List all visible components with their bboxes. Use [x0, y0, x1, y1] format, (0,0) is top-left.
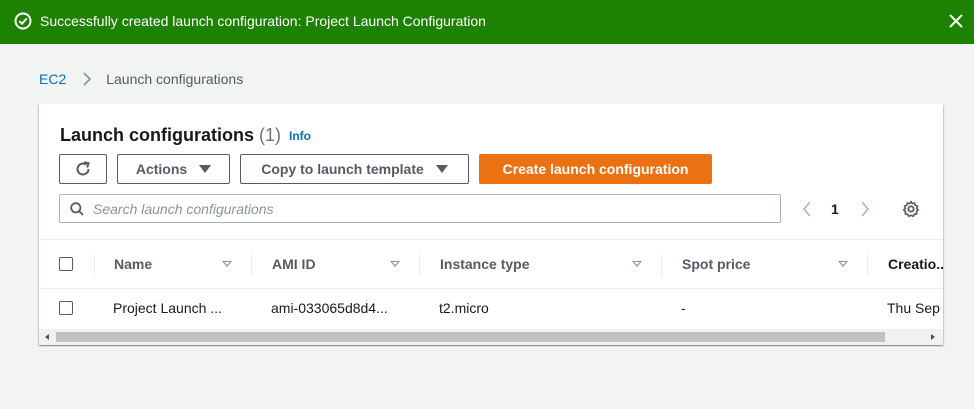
copy-label: Copy to launch template: [261, 161, 424, 177]
item-count: (1): [259, 125, 282, 145]
refresh-button[interactable]: [59, 154, 107, 184]
page-title-text: Launch configurations: [60, 125, 255, 145]
search-icon: [70, 202, 84, 216]
previous-page-icon[interactable]: [801, 200, 813, 218]
column-divider: [867, 254, 868, 276]
column-divider: [251, 254, 252, 276]
select-all-checkbox[interactable]: [59, 257, 73, 271]
launch-configurations-panel: Launch configurations (1) Info Actions C…: [39, 104, 943, 345]
cell-ami-id: ami-033065d8d4...: [271, 300, 388, 316]
next-page-icon[interactable]: [859, 200, 871, 218]
caret-down-icon: [435, 165, 448, 173]
column-header-label: Name: [114, 256, 153, 272]
column-header-label: AMI ID: [272, 256, 316, 272]
column-divider: [419, 254, 420, 276]
sort-down-icon[interactable]: [222, 261, 232, 267]
actions-dropdown-button[interactable]: Actions: [117, 154, 230, 184]
cell-name[interactable]: Project Launch ...: [113, 289, 243, 327]
cell-creation: Thu Sep: [887, 300, 940, 316]
check-circle-icon: [14, 12, 32, 30]
table-header: Name AMI ID Instance type Spot price Cre…: [39, 239, 943, 289]
table-row[interactable]: Project Launch ... ami-033065d8d4... t2.…: [39, 289, 943, 327]
column-divider: [661, 254, 662, 276]
column-header-spot-price[interactable]: Spot price: [661, 240, 867, 288]
column-header-label: Creatio...: [888, 256, 943, 272]
scrollbar-thumb[interactable]: [56, 332, 885, 342]
page-title: Launch configurations (1): [60, 124, 281, 146]
column-header-ami-id[interactable]: AMI ID: [251, 240, 419, 288]
actions-label: Actions: [135, 161, 188, 177]
breadcrumb-current: Launch configurations: [106, 71, 244, 87]
sort-down-icon[interactable]: [838, 261, 848, 267]
cell-spot-price: -: [681, 300, 686, 316]
copy-to-launch-template-button[interactable]: Copy to launch template: [240, 154, 469, 184]
column-header-instance-type[interactable]: Instance type: [419, 240, 661, 288]
horizontal-scrollbar[interactable]: [39, 329, 943, 345]
column-header-label: Spot price: [682, 256, 751, 272]
search-box: [59, 194, 781, 223]
breadcrumb-ec2-link[interactable]: EC2: [39, 71, 66, 87]
create-launch-configuration-button[interactable]: Create launch configuration: [479, 154, 712, 184]
sort-down-icon[interactable]: [632, 261, 642, 267]
column-header-label: Instance type: [440, 256, 530, 272]
scroll-right-icon[interactable]: [931, 334, 935, 340]
column-header-creation[interactable]: Creatio...: [867, 240, 943, 288]
row-checkbox[interactable]: [59, 301, 73, 315]
success-flash-banner: Successfully created launch configuratio…: [0, 0, 974, 44]
refresh-icon: [76, 161, 90, 176]
search-input[interactable]: [93, 197, 763, 220]
column-divider: [94, 254, 95, 276]
caret-down-icon: [199, 165, 212, 173]
page-number-1[interactable]: 1: [831, 201, 839, 217]
scroll-left-icon[interactable]: [45, 334, 49, 340]
flash-message: Successfully created launch configuratio…: [40, 13, 486, 29]
gear-icon[interactable]: [902, 200, 920, 218]
create-label: Create launch configuration: [502, 161, 689, 177]
close-icon[interactable]: [946, 11, 966, 31]
chevron-right-icon: [83, 72, 92, 86]
sort-down-icon[interactable]: [390, 261, 400, 267]
info-link[interactable]: Info: [289, 129, 311, 143]
column-header-name[interactable]: Name: [94, 240, 251, 288]
cell-instance-type: t2.micro: [439, 300, 489, 316]
breadcrumb: EC2 Launch configurations: [39, 71, 243, 87]
